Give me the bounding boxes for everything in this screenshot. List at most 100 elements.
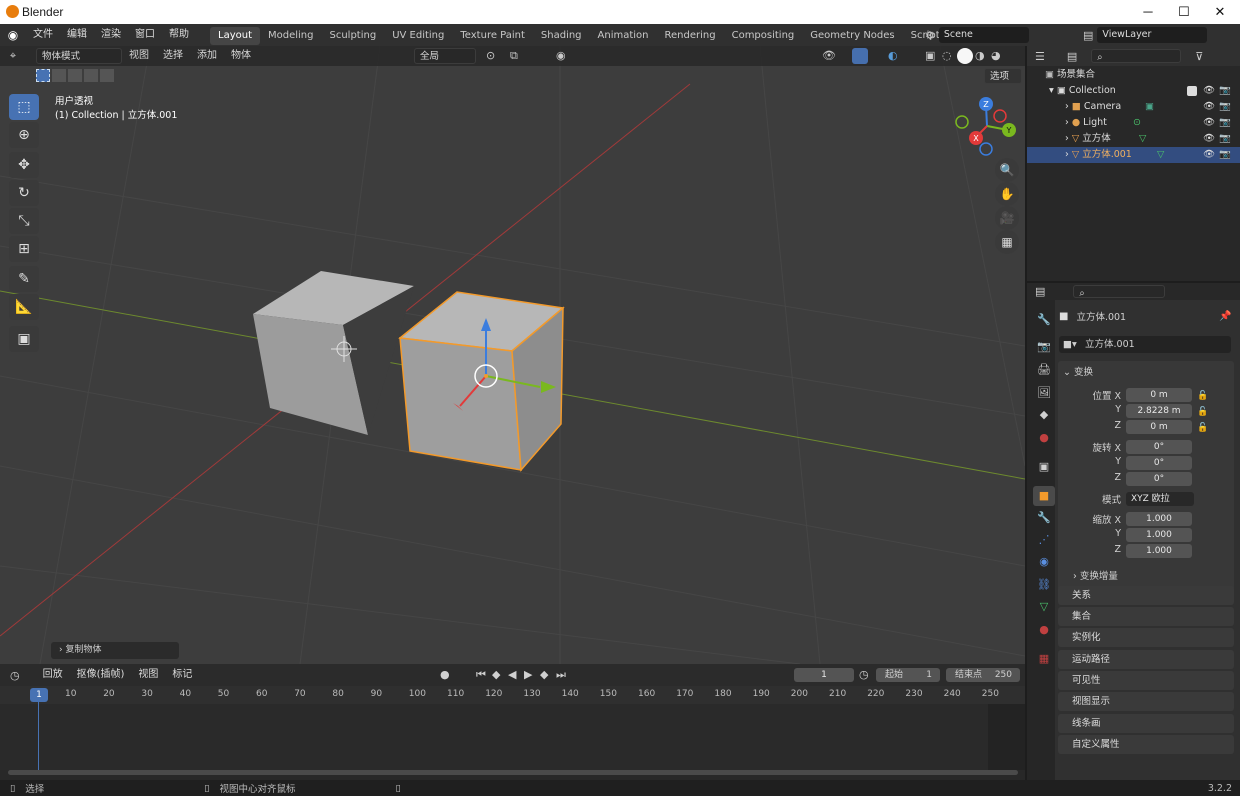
texture-tab-icon[interactable]: ▦ — [1033, 649, 1055, 669]
transform-panel-header[interactable]: ⌄ 变换 — [1063, 364, 1093, 378]
physics-tab-icon[interactable]: ◉ — [1033, 552, 1055, 572]
particles-tab-icon[interactable]: ⋰ — [1033, 530, 1055, 550]
solid-shading-icon[interactable] — [957, 48, 973, 64]
tab-layout[interactable]: Layout — [210, 27, 260, 45]
outliner-editor-icon[interactable]: ☰ — [1035, 50, 1045, 63]
blender-menu-icon[interactable]: ◉ — [0, 28, 26, 42]
proportional-edit-icon[interactable]: ◉ — [556, 49, 566, 62]
add-cube-tool[interactable]: ▣ — [9, 326, 39, 352]
material-tab-icon[interactable]: ● — [1033, 620, 1055, 640]
location-y-field[interactable]: 2.8228 m — [1126, 404, 1192, 418]
tab-texture-paint[interactable]: Texture Paint — [452, 27, 533, 45]
scale-tool[interactable]: ⤡ — [9, 208, 39, 234]
cube-001-render-icon[interactable]: 📷 — [1219, 147, 1231, 163]
light-render-icon[interactable]: 📷 — [1219, 115, 1231, 131]
timeline-menu-marker[interactable]: 标记 — [165, 664, 199, 686]
scale-x-field[interactable]: 1.000 — [1126, 512, 1192, 526]
properties-search-input[interactable]: ⌕ — [1073, 285, 1166, 299]
keyframe-area[interactable] — [0, 704, 988, 770]
panel-instancing[interactable]: 实例化 — [1058, 628, 1234, 647]
view-layer-selector[interactable]: ▤ ViewLayer — [1083, 27, 1208, 43]
tab-sculpting[interactable]: Sculpting — [322, 27, 385, 45]
collection-row[interactable]: ▾ ▣ Collection 👁 📷 — [1027, 83, 1240, 99]
transform-tool[interactable]: ⊞ — [9, 236, 39, 262]
current-frame-field[interactable]: 1 — [794, 668, 854, 682]
wireframe-shading-icon[interactable]: ◌ — [942, 49, 952, 62]
rotation-x-field[interactable]: 0° — [1126, 440, 1192, 454]
select-box-extend-icon[interactable] — [52, 69, 66, 82]
select-box-invert-icon[interactable] — [84, 69, 98, 82]
light-visibility-icon[interactable]: 👁 — [1203, 115, 1215, 131]
pan-hand-icon[interactable]: ✋ — [995, 182, 1019, 206]
start-frame-field[interactable]: 起始 1 — [876, 668, 940, 682]
data-tab-icon[interactable]: ▽ — [1033, 597, 1055, 617]
viewport-menu-add[interactable]: 添加 — [190, 46, 224, 66]
select-box-subtract-icon[interactable] — [68, 69, 82, 82]
panel-collections[interactable]: 集合 — [1058, 607, 1234, 626]
outliner-item-cube[interactable]: › ▽ 立方体 ▽ 👁 📷 — [1027, 131, 1240, 147]
scale-z-field[interactable]: 1.000 — [1126, 544, 1192, 558]
tab-modeling[interactable]: Modeling — [260, 27, 322, 45]
menu-render[interactable]: 渲染 — [94, 24, 128, 46]
3d-viewport[interactable]: Z Y X ⌖ 物体模式 视图 选择 添加 物体 全局 ⊙ ⧉ ◉ 👁 ◐ ▣ … — [0, 46, 1025, 664]
display-mode-icon[interactable]: ▤ — [1067, 50, 1077, 63]
panel-visibility[interactable]: 可见性 — [1058, 671, 1234, 690]
tab-uv-editing[interactable]: UV Editing — [384, 27, 452, 45]
panel-viewport-display[interactable]: 视图显示 — [1058, 692, 1234, 711]
view-layer-name[interactable]: ViewLayer — [1097, 27, 1208, 43]
minimize-button[interactable]: ─ — [1130, 0, 1166, 24]
tab-animation[interactable]: Animation — [590, 27, 657, 45]
perspective-grid-icon[interactable]: ▦ — [995, 230, 1019, 254]
object-datablock-field[interactable]: ■▾ 立方体.001 — [1059, 336, 1231, 353]
next-keyframe-icon[interactable]: ◆ — [540, 668, 548, 681]
timeline-menu-playback[interactable]: 回放 — [36, 664, 70, 686]
gizmo-toggle-icon[interactable] — [852, 48, 868, 64]
maximize-button[interactable]: ☐ — [1166, 0, 1202, 24]
location-x-field[interactable]: 0 m — [1126, 388, 1192, 402]
outliner-item-light[interactable]: › ● Light ⊙ 👁 📷 — [1027, 115, 1240, 131]
rotation-y-field[interactable]: 0° — [1126, 456, 1192, 470]
rotation-z-field[interactable]: 0° — [1126, 472, 1192, 486]
end-frame-field[interactable]: 结束点 250 — [946, 668, 1020, 682]
rotate-tool[interactable]: ↻ — [9, 180, 39, 206]
measure-tool[interactable]: 📐 — [9, 294, 39, 320]
object-tab-icon[interactable]: ■ — [1033, 486, 1055, 506]
navigation-gizmo[interactable]: Z Y X — [955, 97, 1016, 156]
prev-keyframe-icon[interactable]: ◆ — [492, 668, 500, 681]
camera-visibility-icon[interactable]: 👁 — [1203, 99, 1215, 115]
move-tool[interactable]: ✥ — [9, 152, 39, 178]
select-box-tool[interactable]: ⬚ — [9, 94, 39, 120]
jump-end-icon[interactable]: ⏭ — [556, 668, 566, 682]
outliner-item-camera[interactable]: › ■ Camera ▣ 👁 📷 — [1027, 99, 1240, 115]
filter-icon[interactable]: ⊽ — [1195, 50, 1203, 63]
menu-window[interactable]: 窗口 — [128, 24, 162, 46]
location-z-field[interactable]: 0 m — [1126, 420, 1192, 434]
tool-tab-icon[interactable]: 🔧 — [1033, 310, 1055, 330]
camera-render-icon[interactable]: 📷 — [1219, 99, 1231, 115]
delta-transform-subpanel[interactable]: › 变换增量 — [1073, 568, 1118, 582]
rotation-mode-dropdown[interactable]: XYZ 欧拉 — [1126, 492, 1194, 506]
annotate-tool[interactable]: ✎ — [9, 266, 39, 292]
material-shading-icon[interactable]: ◑ — [975, 49, 985, 62]
editor-type-icon[interactable]: ⌖ — [0, 49, 26, 63]
scene-selector[interactable]: ⚙ Scene — [925, 27, 1029, 43]
play-reverse-icon[interactable]: ◀ — [508, 668, 516, 681]
panel-motion-paths[interactable]: 运动路径 — [1058, 650, 1234, 669]
cube-visibility-icon[interactable]: 👁 — [1203, 131, 1215, 147]
viewport-menu-select[interactable]: 选择 — [156, 46, 190, 66]
visibility-icon[interactable]: 👁 — [822, 49, 836, 62]
outliner-item-cube-001[interactable]: › ▽ 立方体.001 ▽ 👁 📷 — [1027, 147, 1240, 163]
collection-checkbox[interactable] — [1187, 86, 1197, 96]
options-dropdown[interactable]: 选项 — [984, 68, 1022, 84]
cube-object[interactable] — [253, 271, 414, 435]
play-icon[interactable]: ▶ — [524, 668, 532, 681]
record-icon[interactable]: ● — [440, 668, 450, 681]
cube-001-visibility-icon[interactable]: 👁 — [1203, 147, 1215, 163]
lock-column[interactable]: 🔓 🔓 🔓 — [1197, 388, 1208, 436]
snap-icon[interactable]: ⧉ — [510, 49, 518, 63]
playhead-line[interactable] — [38, 702, 39, 770]
cursor-tool[interactable]: ⊕ — [9, 122, 39, 148]
scene-collection-row[interactable]: ▣ 场景集合 — [1027, 67, 1240, 83]
output-tab-icon[interactable]: 🖨 — [1033, 360, 1055, 380]
tab-geometry-nodes[interactable]: Geometry Nodes — [802, 27, 902, 45]
